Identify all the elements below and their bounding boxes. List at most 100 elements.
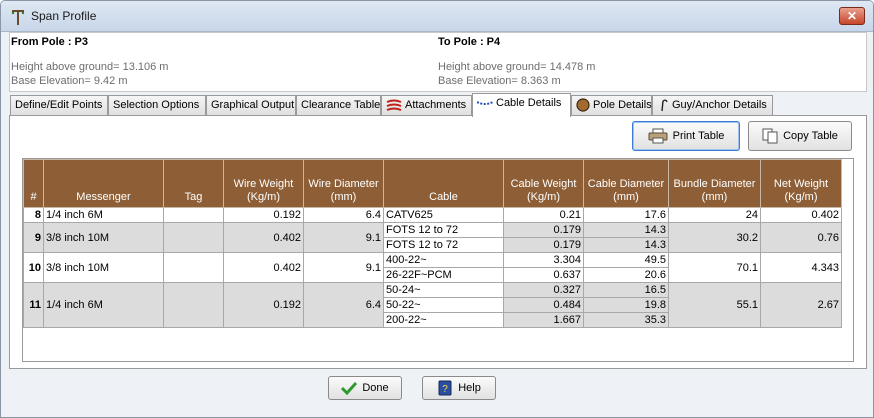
done-label: Done: [362, 382, 389, 394]
cable-diameter-cell: 19.8: [583, 297, 669, 313]
to-pole-height: Height above ground= 14.478 m: [438, 61, 596, 73]
table-row[interactable]: 10 3/8 inch 10M 0.402 9.1 400-22~ 3.304 …: [23, 252, 842, 283]
cable-weight-cell: 0.179: [503, 237, 584, 253]
col-header-num[interactable]: #: [23, 159, 44, 208]
tab-label: Define/Edit Points: [15, 99, 103, 111]
cable-cell: 200-22~: [383, 312, 504, 328]
tab-label: Pole Details: [593, 99, 652, 111]
cable-diameter-cell: 49.5: [583, 252, 669, 268]
row-number: 11: [23, 282, 44, 328]
from-pole-height: Height above ground= 13.106 m: [11, 61, 169, 73]
pole-info-area: From Pole : P3 Height above ground= 13.1…: [9, 32, 867, 92]
cable-diameter-cell: 14.3: [583, 222, 669, 238]
print-table-button[interactable]: Print Table: [632, 121, 740, 151]
wire-weight-cell: 0.192: [223, 207, 304, 223]
tab-pole-details[interactable]: Pole Details: [571, 95, 652, 116]
help-book-icon: ?: [438, 380, 452, 396]
row-number: 9: [23, 222, 44, 253]
cable-cell: 400-22~: [383, 252, 504, 268]
col-header-cable[interactable]: Cable: [383, 159, 504, 208]
svg-text:?: ?: [442, 384, 448, 395]
wire-diameter-cell: 9.1: [303, 222, 384, 253]
done-button[interactable]: Done: [328, 376, 402, 400]
tab-guy-anchor-details[interactable]: Guy/Anchor Details: [652, 95, 773, 116]
cable-weight-cell: 0.484: [503, 297, 584, 313]
wire-weight-cell: 0.192: [223, 282, 304, 328]
tab-define-edit-points[interactable]: Define/Edit Points: [10, 95, 108, 116]
cable-diameter-cell: 17.6: [583, 207, 669, 223]
messenger-cell: 3/8 inch 10M: [43, 252, 164, 283]
net-weight-cell: 4.343: [760, 252, 842, 283]
tab-label: Attachments: [405, 99, 467, 111]
net-weight-cell: 0.76: [760, 222, 842, 253]
copy-table-label: Copy Table: [783, 130, 838, 142]
messenger-cell: 1/4 inch 6M: [43, 207, 164, 223]
cable-cell: 26-22F~PCM: [383, 267, 504, 283]
messenger-cell: 1/4 inch 6M: [43, 282, 164, 328]
pole-icon: [576, 98, 590, 112]
attachments-icon: [386, 99, 402, 112]
cable-cell: CATV625: [383, 207, 504, 223]
col-header-messenger[interactable]: Messenger: [43, 159, 164, 208]
to-pole-title: To Pole : P4: [438, 36, 501, 48]
print-table-label: Print Table: [672, 130, 725, 142]
tab-label: Graphical Output: [211, 99, 295, 111]
col-header-cable-diameter[interactable]: Cable Diameter (mm): [583, 159, 669, 208]
to-pole-elevation: Base Elevation= 8.363 m: [438, 75, 561, 87]
cable-icon: [477, 101, 493, 106]
cable-table-container[interactable]: # Messenger Tag Wire Weight (Kg/m) Wire …: [22, 158, 854, 362]
from-pole-elevation: Base Elevation= 9.42 m: [11, 75, 128, 87]
cable-details-table: # Messenger Tag Wire Weight (Kg/m) Wire …: [23, 159, 842, 328]
table-row[interactable]: 9 3/8 inch 10M 0.402 9.1 FOTS 12 to 72 0…: [23, 222, 842, 253]
bundle-diameter-cell: 55.1: [668, 282, 761, 328]
window-title: Span Profile: [31, 9, 97, 23]
cable-weight-cell: 0.327: [503, 282, 584, 298]
tab-graphical-output[interactable]: Graphical Output: [206, 95, 296, 116]
table-header-row: # Messenger Tag Wire Weight (Kg/m) Wire …: [23, 159, 842, 208]
tag-cell: [163, 252, 224, 283]
table-row[interactable]: 8 1/4 inch 6M 0.192 6.4 CATV625 0.21 17.…: [23, 207, 842, 223]
wire-weight-cell: 0.402: [223, 252, 304, 283]
tab-cable-details[interactable]: Cable Details: [472, 93, 571, 117]
messenger-cell: 3/8 inch 10M: [43, 222, 164, 253]
col-header-wire-weight[interactable]: Wire Weight (Kg/m): [223, 159, 304, 208]
row-number: 8: [23, 207, 44, 223]
from-pole-title: From Pole : P3: [11, 36, 89, 48]
cable-weight-cell: 1.667: [503, 312, 584, 328]
tag-cell: [163, 222, 224, 253]
wire-diameter-cell: 6.4: [303, 207, 384, 223]
guy-anchor-icon: [661, 99, 668, 112]
cable-cell: FOTS 12 to 72: [383, 237, 504, 253]
col-header-wire-diameter[interactable]: Wire Diameter (mm): [303, 159, 384, 208]
row-number: 10: [23, 252, 44, 283]
tab-selection-options[interactable]: Selection Options: [108, 95, 206, 116]
help-button[interactable]: ? Help: [422, 376, 496, 400]
net-weight-cell: 2.67: [760, 282, 842, 328]
cable-diameter-cell: 35.3: [583, 312, 669, 328]
cable-diameter-cell: 20.6: [583, 267, 669, 283]
tab-attachments[interactable]: Attachments: [381, 95, 472, 116]
tag-cell: [163, 282, 224, 328]
col-header-tag[interactable]: Tag: [163, 159, 224, 208]
cable-weight-cell: 3.304: [503, 252, 584, 268]
bundle-diameter-cell: 30.2: [668, 222, 761, 253]
cable-cell: 50-22~: [383, 297, 504, 313]
pole-app-icon: [11, 10, 25, 25]
copy-table-button[interactable]: Copy Table: [748, 121, 852, 151]
printer-icon: [648, 128, 668, 144]
tab-clearance-table[interactable]: Clearance Table: [296, 95, 381, 116]
checkmark-icon: [341, 382, 358, 396]
col-header-bundle-diameter[interactable]: Bundle Diameter (mm): [668, 159, 761, 208]
cable-diameter-cell: 14.3: [583, 237, 669, 253]
table-row[interactable]: 11 1/4 inch 6M 0.192 6.4 50-24~ 0.327 16…: [23, 282, 842, 328]
close-button[interactable]: ✕: [839, 7, 865, 25]
tab-label: Clearance Table: [301, 99, 381, 111]
cable-details-panel: Print Table Copy Table # Messenger Tag W…: [9, 115, 867, 369]
cable-weight-cell: 0.21: [503, 207, 584, 223]
col-header-cable-weight[interactable]: Cable Weight (Kg/m): [503, 159, 584, 208]
wire-diameter-cell: 6.4: [303, 282, 384, 328]
tab-strip: Define/Edit Points Selection Options Gra…: [9, 93, 867, 117]
col-header-net-weight[interactable]: Net Weight (Kg/m): [760, 159, 842, 208]
tag-cell: [163, 207, 224, 223]
tab-label: Selection Options: [113, 99, 200, 111]
